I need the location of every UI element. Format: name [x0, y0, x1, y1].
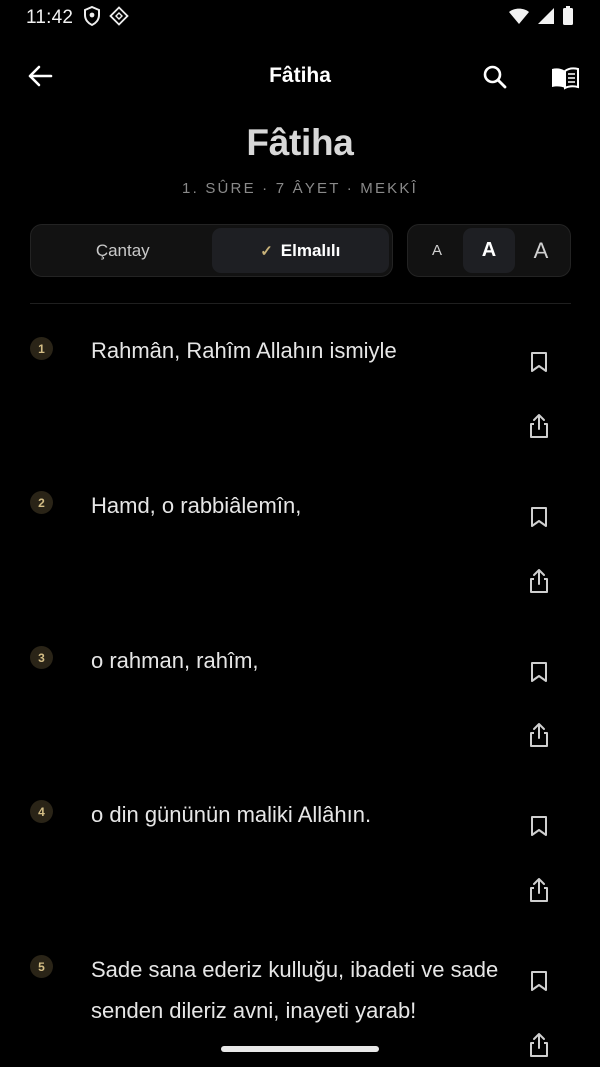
verse-number-badge: 5	[30, 955, 53, 978]
bookmark-icon	[531, 662, 547, 682]
font-size-large-button[interactable]: A	[515, 228, 567, 273]
share-icon	[530, 414, 548, 438]
share-icon	[530, 723, 548, 747]
surah-title: Fâtiha	[246, 122, 354, 163]
share-icon	[530, 1033, 548, 1057]
verse-text: o rahman, rahîm,	[91, 648, 259, 673]
bookmark-button[interactable]	[524, 966, 554, 996]
verse-text: o din gününün maliki Allâhın.	[91, 802, 372, 827]
share-button[interactable]	[524, 411, 554, 441]
bookmark-icon	[531, 816, 547, 836]
verse-text: Sade sana ederiz kulluğu, ibadeti ve sad…	[91, 957, 499, 1023]
app-notification-icon	[109, 5, 129, 31]
translator-option-elmalili[interactable]: ✓ Elmalılı	[211, 228, 389, 273]
share-icon	[530, 878, 548, 902]
bookmark-button[interactable]	[524, 811, 554, 841]
shield-icon	[83, 5, 101, 31]
translator-toggle: Çantay ✓ Elmalılı	[30, 224, 393, 277]
search-button[interactable]	[478, 60, 512, 94]
verse-number-badge: 1	[30, 337, 53, 360]
bookmark-icon	[531, 352, 547, 372]
bookmark-button[interactable]	[524, 347, 554, 377]
bookmark-icon	[531, 507, 547, 527]
surah-meta: 1. SÛRE · 7 ÂYET · MEKKÎ	[182, 180, 418, 197]
translator-label: Çantay	[95, 240, 150, 260]
divider	[30, 303, 571, 304]
verse-number-badge: 3	[30, 646, 53, 669]
share-button[interactable]	[524, 875, 554, 905]
verse-number-badge: 2	[30, 491, 53, 514]
font-size-small-button[interactable]: A	[411, 228, 463, 273]
verse-text: Rahmân, Rahîm Allahın ismiyle	[91, 338, 397, 363]
status-bar: 11:42	[0, 0, 600, 36]
share-button[interactable]	[524, 566, 554, 596]
share-icon	[530, 569, 548, 593]
verse-text: Hamd, o rabbiâlemîn,	[91, 493, 302, 518]
search-icon	[483, 65, 507, 89]
open-book-icon	[552, 67, 579, 90]
share-button[interactable]	[524, 720, 554, 750]
bookmark-icon	[531, 971, 547, 991]
bookmark-button[interactable]	[524, 502, 554, 532]
bookmark-button[interactable]	[524, 657, 554, 687]
verse-number-badge: 4	[30, 800, 53, 823]
app-bar: Fâtiha	[0, 44, 600, 108]
check-icon: ✓	[260, 242, 273, 260]
battery-icon	[562, 5, 574, 31]
font-size-toggle: A A A	[407, 224, 571, 277]
translator-option-cantay[interactable]: Çantay	[34, 228, 212, 273]
font-size-medium-button[interactable]: A	[463, 228, 515, 273]
status-system-icons	[508, 5, 574, 31]
home-indicator[interactable]	[221, 1046, 379, 1052]
wifi-icon	[508, 7, 530, 30]
status-time: 11:42	[26, 7, 74, 28]
reading-mode-button[interactable]	[546, 61, 584, 95]
status-notification-icons	[83, 5, 129, 31]
signal-icon	[537, 7, 555, 30]
share-button[interactable]	[524, 1030, 554, 1060]
translator-label: Elmalılı	[280, 240, 341, 260]
